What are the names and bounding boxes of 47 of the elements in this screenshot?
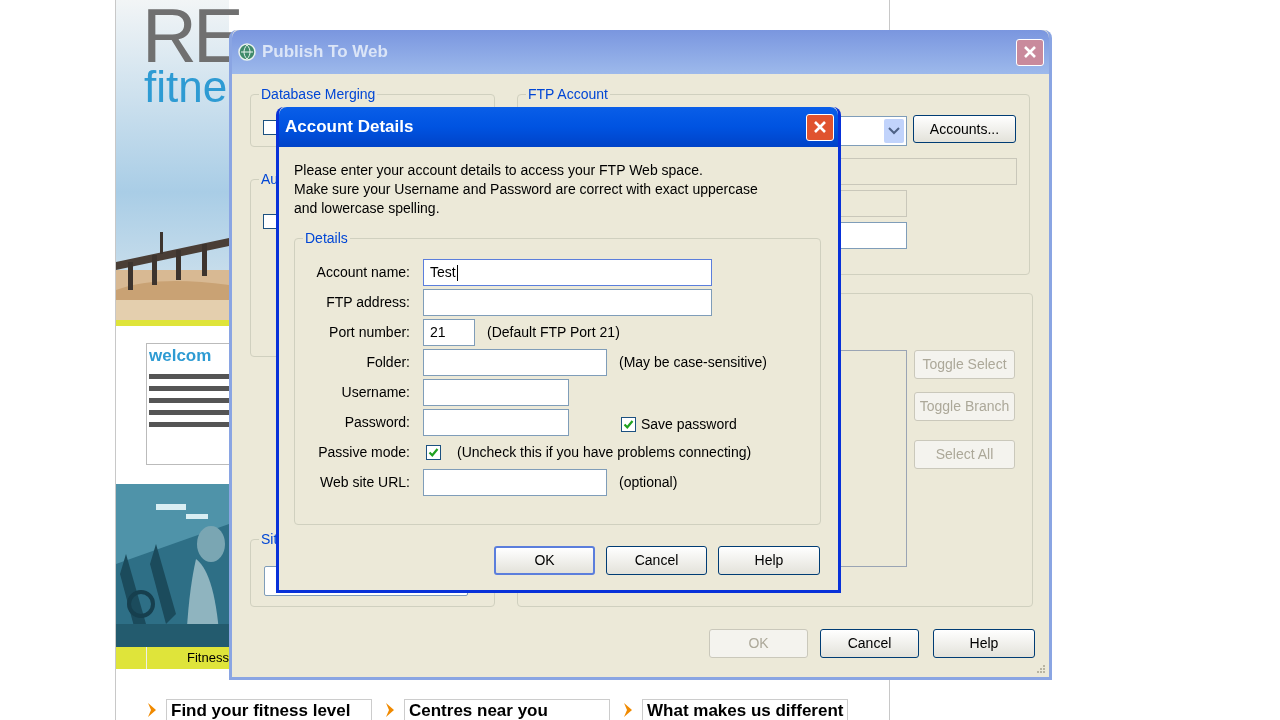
- nav-link[interactable]: Find your fitness level: [166, 699, 372, 720]
- resize-grip-icon: [1035, 663, 1045, 673]
- field-label: Port number:: [328, 323, 411, 342]
- field-label: Passive mode:: [317, 443, 411, 462]
- close-button[interactable]: [806, 113, 834, 141]
- close-icon: [1023, 45, 1037, 59]
- text-field[interactable]: [423, 379, 569, 406]
- window-title: Publish To Web: [262, 41, 388, 64]
- field-label: Web site URL:: [319, 473, 411, 492]
- hint-text: (optional): [619, 473, 678, 492]
- text-field[interactable]: [423, 409, 569, 436]
- instructions-text: Please enter your account details to access your FTP Web space. Make sure your Username and Password are correct with exact uppercase and lowercase spelling.: [294, 161, 759, 218]
- close-button[interactable]: [1016, 38, 1044, 66]
- close-icon: [813, 120, 827, 134]
- welcome-heading: welcom: [149, 346, 213, 366]
- text-field[interactable]: [423, 289, 712, 316]
- dialog-button[interactable]: OK: [494, 546, 595, 575]
- text-field[interactable]: [423, 469, 607, 496]
- text-field[interactable]: [423, 349, 607, 376]
- checkbox[interactable]: [621, 417, 636, 432]
- chevron-icon: [622, 702, 634, 718]
- checkbox[interactable]: [426, 445, 441, 460]
- text-field[interactable]: 21: [423, 319, 475, 346]
- caption-label: Fitness: [146, 647, 229, 669]
- dialog-button[interactable]: Cancel: [606, 546, 707, 575]
- hint-text: (Uncheck this if you have problems connecting): [457, 443, 752, 462]
- chevron-icon: [384, 702, 396, 718]
- dialog-button[interactable]: Help: [718, 546, 820, 575]
- chevron-icon: [146, 702, 158, 718]
- text-field[interactable]: Test: [423, 259, 712, 286]
- field-label: Password:: [343, 413, 411, 432]
- field-label: Folder:: [365, 353, 411, 372]
- hint-text: (Default FTP Port 21): [487, 323, 620, 342]
- group-label: Database Merging: [259, 85, 378, 103]
- nav-link[interactable]: What makes us different: [642, 699, 848, 720]
- dialog-button[interactable]: Cancel: [820, 629, 919, 658]
- chevron-down-icon: [884, 119, 904, 143]
- globe-icon: [238, 43, 256, 61]
- field-label: FTP address:: [325, 293, 411, 312]
- hint-text: (May be case-sensitive): [619, 353, 767, 372]
- dialog-button[interactable]: Help: [933, 629, 1035, 658]
- dialog-button[interactable]: Accounts...: [913, 115, 1016, 143]
- field-label: Username:: [340, 383, 411, 402]
- nav-link[interactable]: Centres near you: [404, 699, 610, 720]
- window-title: Account Details: [285, 116, 414, 139]
- field-label: Account name:: [315, 263, 411, 282]
- checkbox-label: Save password: [641, 415, 737, 434]
